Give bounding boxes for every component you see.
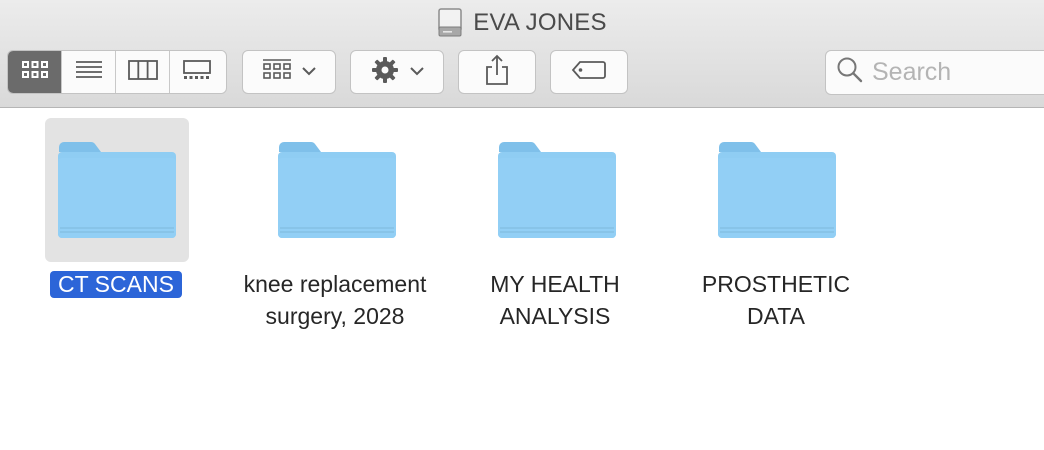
folder-label-line: MY HEALTH [490, 271, 620, 297]
group-grid-icon [262, 58, 292, 87]
share-button[interactable] [458, 50, 536, 94]
folder-item-ct-scans[interactable] [45, 118, 189, 262]
gallery-view-button[interactable] [170, 51, 224, 93]
folder-icon [497, 140, 617, 243]
column-view-button[interactable] [116, 51, 170, 93]
folder-icon [277, 140, 397, 243]
gear-icon [370, 55, 400, 90]
tag-icon [571, 60, 607, 85]
folder-icon [717, 140, 837, 243]
folder-label-line: PROSTHETIC [701, 271, 851, 297]
folder-label-line: surgery, 2028 [265, 303, 405, 329]
folder-item-knee-replacement[interactable] [265, 118, 409, 262]
grid-icon [21, 60, 49, 85]
folder-icon [57, 140, 177, 243]
tag-button[interactable] [550, 50, 628, 94]
folder-label: MY HEALTH ANALYSIS [445, 268, 665, 332]
search-input[interactable] [872, 58, 1032, 87]
external-drive-icon [437, 8, 463, 38]
folder-label: CT SCANS [6, 268, 226, 300]
group-by-button[interactable] [242, 50, 336, 94]
folder-label: knee replacement surgery, 2028 [225, 268, 445, 332]
chevron-down-icon [302, 63, 316, 81]
magnifier-icon [836, 56, 864, 89]
chevron-down-icon [410, 63, 424, 81]
folder-label-line: knee replacement [243, 271, 427, 297]
file-icon-view: CT SCANS knee replacement surgery, 2028 [0, 108, 1044, 450]
gallery-icon [182, 59, 212, 85]
folder-label-line: CT SCANS [50, 271, 182, 298]
toolbar-area: EVA JONES [0, 0, 1044, 108]
list-icon [75, 60, 103, 85]
action-menu-button[interactable] [350, 50, 444, 94]
window-title-bar: EVA JONES [0, 6, 1044, 40]
folder-label-line: ANALYSIS [499, 303, 611, 329]
search-field[interactable] [825, 50, 1044, 95]
folder-item-prosthetic-data[interactable] [705, 118, 849, 262]
window-title: EVA JONES [473, 9, 607, 36]
columns-icon [127, 59, 158, 85]
icon-view-button[interactable] [8, 51, 62, 93]
folder-label-line: DATA [747, 303, 805, 329]
folder-label: PROSTHETIC DATA [666, 268, 886, 332]
list-view-button[interactable] [62, 51, 116, 93]
view-mode-segmented-control [7, 50, 227, 94]
folder-item-my-health-analysis[interactable] [485, 118, 629, 262]
share-icon [484, 54, 510, 91]
finder-window: EVA JONES Search CT SCANS knee replaceme… [0, 0, 1044, 450]
